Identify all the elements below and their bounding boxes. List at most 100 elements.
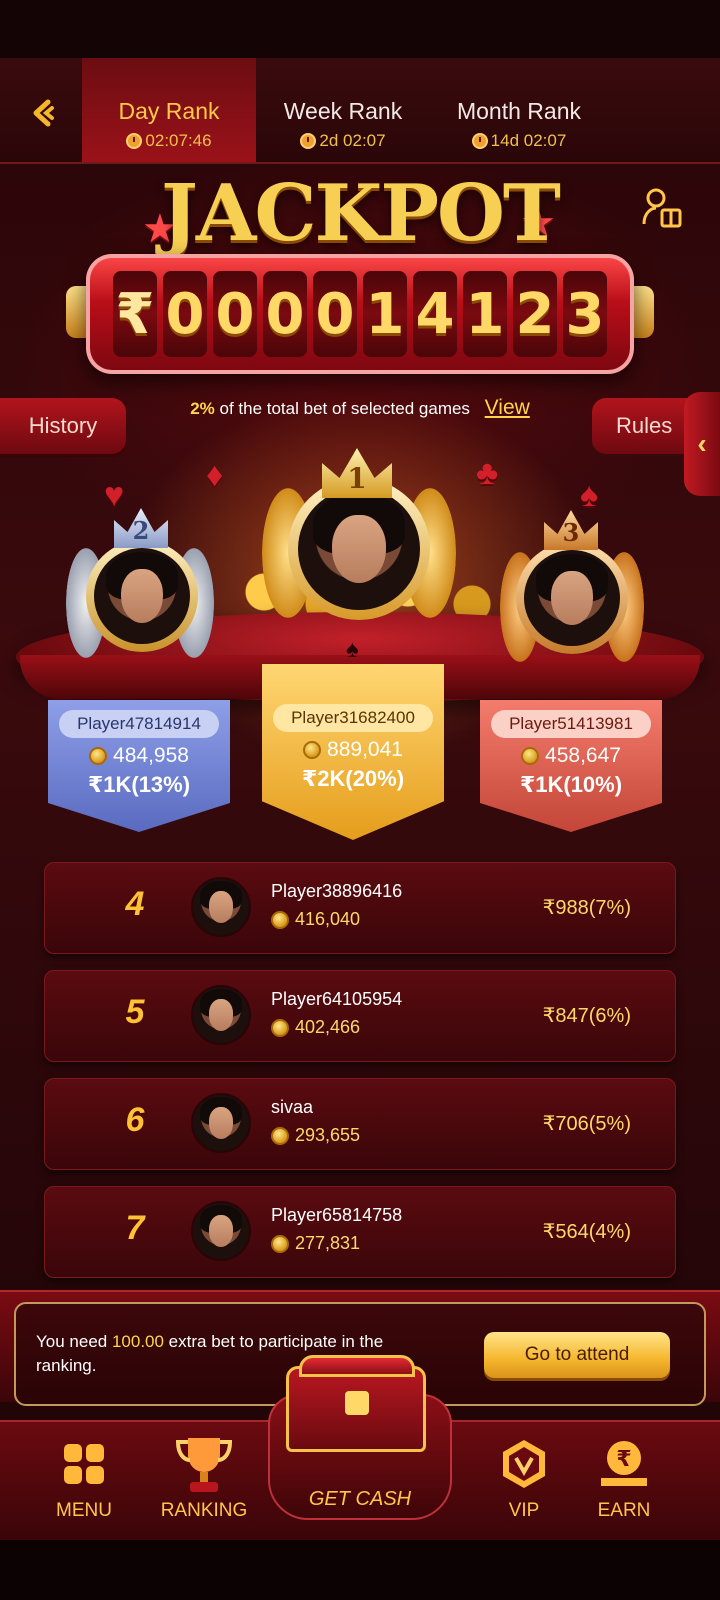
player-score: 458,647 — [480, 744, 662, 768]
player-score: 277,831 — [271, 1233, 360, 1254]
coin-icon — [89, 747, 108, 765]
countdown-text: 02:07:46 — [145, 131, 212, 150]
tab-day-rank[interactable]: Day Rank 02:07:46 — [82, 58, 256, 162]
player-name: Player51413981 — [491, 710, 651, 738]
nav-menu[interactable]: MENU — [24, 1432, 144, 1522]
clock-icon — [300, 133, 317, 149]
clock-icon — [126, 133, 143, 149]
system-nav-bar — [0, 1540, 720, 1600]
back-arrow-icon — [33, 99, 54, 127]
rank-number: 4 — [125, 885, 145, 923]
spade-icon: ♠ — [346, 636, 359, 663]
view-link[interactable]: View — [485, 396, 530, 419]
score-value: 458,647 — [545, 744, 621, 767]
jackpot-digit: 1 — [363, 271, 407, 357]
jackpot-digit: 1 — [463, 271, 507, 357]
score-value: 889,041 — [327, 738, 403, 761]
treasure-chest-icon[interactable] — [286, 1355, 426, 1452]
clock-icon — [471, 133, 488, 149]
coin-icon — [303, 741, 322, 759]
player-name: Player38896416 — [271, 881, 403, 901]
player-score: 402,466 — [271, 1017, 360, 1038]
jackpot-digit: 0 — [313, 271, 357, 357]
currency-symbol: ₹ — [113, 271, 157, 357]
gift-user-icon[interactable] — [640, 186, 684, 230]
avatar — [191, 1201, 251, 1261]
avatar-rank-3[interactable] — [524, 550, 620, 646]
avatar — [191, 877, 251, 937]
trophy-icon — [175, 1438, 233, 1492]
notice-prefix: You need — [36, 1332, 112, 1351]
nav-label: MENU — [56, 1500, 112, 1521]
coin-icon — [271, 1126, 289, 1145]
score-value: 277,831 — [295, 1233, 361, 1253]
tab-label: Day Rank — [118, 98, 220, 124]
score-value: 484,958 — [113, 744, 189, 767]
tab-countdown: 14d 02:07 — [430, 131, 608, 151]
nav-label: EARN — [597, 1500, 651, 1521]
player-name: sivaa — [271, 1097, 314, 1117]
go-to-attend-button[interactable]: Go to attend — [484, 1332, 670, 1378]
rank-tabs-header: Day Rank 02:07:46 Week Rank 2d 02:07 Mon… — [0, 58, 720, 164]
tab-label: Week Rank — [283, 98, 403, 124]
countdown-text: 2d 02:07 — [319, 131, 386, 150]
coin-icon — [521, 747, 540, 765]
notice-amount: 100.00 — [111, 1332, 164, 1351]
jackpot-title: JACKPOT — [161, 168, 561, 259]
rank-row[interactable]: 5 Player64105954 402,466 ₹847(6%) — [44, 970, 676, 1062]
player-score: 293,655 — [271, 1125, 360, 1146]
player-score: 484,958 — [48, 744, 230, 768]
tab-countdown: 02:07:46 — [82, 131, 256, 151]
player-name: Player31682400 — [273, 704, 433, 732]
player-prize: ₹847(6%) — [542, 1005, 631, 1027]
jackpot-digit: 2 — [513, 271, 557, 357]
tab-month-rank[interactable]: Month Rank 14d 02:07 — [430, 58, 608, 162]
rank-row[interactable]: 7 Player65814758 277,831 ₹564(4%) — [44, 1186, 676, 1278]
nav-ranking[interactable]: RANKING — [144, 1432, 264, 1522]
jackpot-digit: 0 — [263, 271, 307, 357]
tab-countdown: 2d 02:07 — [258, 131, 428, 151]
jackpot-digit: 0 — [163, 271, 207, 357]
status-area — [0, 0, 720, 58]
coin-icon — [271, 1018, 289, 1037]
diamond-suit-icon: ♦ — [206, 456, 224, 494]
back-button[interactable] — [14, 82, 76, 144]
player-prize: ₹1K(13%) — [87, 772, 191, 797]
jackpot-amount: ₹ 0 0 0 0 1 4 1 2 3 — [110, 268, 610, 360]
player-prize: ₹564(4%) — [542, 1221, 631, 1243]
rank-row[interactable]: 4 Player38896416 416,040 ₹988(7%) — [44, 862, 676, 954]
nav-label: RANKING — [160, 1500, 248, 1521]
avatar — [191, 1093, 251, 1153]
tab-week-rank[interactable]: Week Rank 2d 02:07 — [258, 58, 428, 162]
heart-suit-icon: ♥ — [104, 476, 125, 514]
player-prize: ₹988(7%) — [542, 897, 631, 919]
player-prize: ₹2K(20%) — [301, 766, 405, 791]
nav-label: GET CASH — [308, 1488, 412, 1510]
player-name: Player65814758 — [271, 1205, 403, 1225]
club-suit-icon: ♣ — [476, 454, 499, 492]
info-text: of the total bet of selected games — [219, 399, 470, 418]
player-score: 889,041 — [262, 738, 444, 762]
avatar-rank-2[interactable] — [94, 548, 190, 644]
nav-earn[interactable]: ₹ EARN — [564, 1432, 684, 1522]
score-value: 416,040 — [295, 909, 361, 929]
rank-number: 6 — [125, 1101, 145, 1139]
rank-number: 7 — [125, 1209, 145, 1247]
player-score: 416,040 — [271, 909, 360, 930]
player-prize: ₹1K(10%) — [519, 772, 623, 797]
svg-text:₹: ₹ — [616, 1447, 631, 1472]
rank-row[interactable]: 6 sivaa 293,655 ₹706(5%) — [44, 1078, 676, 1170]
jackpot-info: 2% of the total bet of selected games Vi… — [0, 396, 720, 426]
countdown-text: 14d 02:07 — [490, 131, 567, 150]
tab-label: Month Rank — [456, 98, 581, 124]
spade-suit-icon: ♠ — [580, 476, 599, 514]
score-value: 293,655 — [295, 1125, 361, 1145]
avatar-rank-1[interactable] — [298, 488, 420, 610]
jackpot-digit: 0 — [213, 271, 257, 357]
player-name: Player64105954 — [271, 989, 403, 1009]
score-value: 402,466 — [295, 1017, 361, 1037]
player-name: Player47814914 — [59, 710, 219, 738]
vip-badge-icon — [503, 1440, 545, 1488]
rank-number: 5 — [125, 993, 145, 1031]
earn-rupee-icon: ₹ — [601, 1441, 647, 1486]
